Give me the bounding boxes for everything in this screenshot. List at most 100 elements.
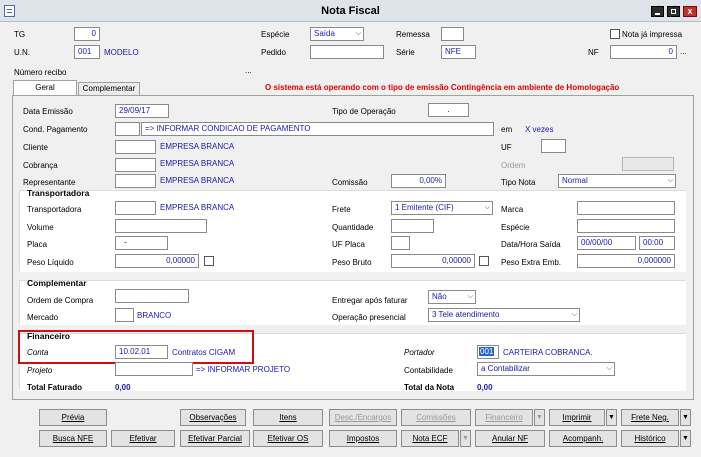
conta-input[interactable]: 10.02.01 <box>115 345 168 359</box>
cobranca-code-input[interactable] <box>115 158 156 172</box>
close-icon[interactable]: x <box>683 6 697 17</box>
minimize-icon[interactable] <box>651 6 664 17</box>
serie-label: Série <box>396 48 415 57</box>
peso-liquido-label: Peso Líquido <box>27 258 74 267</box>
peso-liquido-checkbox[interactable] <box>204 256 214 266</box>
placa-label: Placa <box>27 240 48 249</box>
volume-input[interactable] <box>115 219 207 233</box>
busca-nfe-button[interactable]: Busca NFE <box>39 430 107 447</box>
comissao-input[interactable]: 0,00% <box>391 174 446 188</box>
nf-lookup-button[interactable]: ... <box>680 47 687 57</box>
total-faturado-value: 0,00 <box>115 383 131 392</box>
marca-input[interactable] <box>577 201 675 215</box>
nota-ecf-dropdown-icon[interactable]: ▼ <box>460 430 471 447</box>
tipo-operacao-input[interactable]: . <box>428 103 469 117</box>
mercado-code-input[interactable] <box>115 308 134 322</box>
data-saida-input[interactable]: 00/00/00 <box>577 236 636 250</box>
representante-code-input[interactable] <box>115 174 156 188</box>
cond-pagamento-code-input[interactable] <box>115 122 140 136</box>
placa-input[interactable]: - <box>115 236 168 250</box>
contabilidade-select[interactable]: a Contabilizar ⌵ <box>477 362 615 376</box>
historico-button[interactable]: Histórico <box>621 430 679 447</box>
peso-liquido-input[interactable]: 0,00000 <box>115 254 199 268</box>
efetivar-button[interactable]: Efetivar <box>111 430 175 447</box>
peso-bruto-input[interactable]: 0,00000 <box>391 254 475 268</box>
historico-dropdown-icon[interactable]: ▼ <box>680 430 691 447</box>
uf-placa-input[interactable] <box>391 236 410 250</box>
frete-neg-dropdown-icon[interactable]: ▼ <box>680 409 691 426</box>
peso-bruto-checkbox[interactable] <box>479 256 489 266</box>
transportadora-code-input[interactable] <box>115 201 156 215</box>
ordem-input <box>622 157 674 171</box>
total-faturado-label: Total Faturado <box>27 383 82 392</box>
peso-extra-label: Peso Extra Emb. <box>501 258 562 267</box>
tab-geral[interactable]: Geral <box>13 80 77 95</box>
quantidade-input[interactable] <box>391 219 434 233</box>
contabilidade-label: Contabilidade <box>404 366 453 375</box>
pedido-input[interactable] <box>310 45 384 59</box>
financeiro-button[interactable]: Financeiro <box>475 409 533 426</box>
em-label: em <box>501 125 513 134</box>
anular-nf-button[interactable]: Anular NF <box>475 430 545 447</box>
previa-button[interactable]: Prévia <box>39 409 107 426</box>
impostos-button[interactable]: Impostos <box>329 430 397 447</box>
transportadora-title: Transportadora <box>27 188 90 198</box>
chevron-down-icon: ⌵ <box>606 365 612 372</box>
cliente-code-input[interactable] <box>115 140 156 154</box>
portador-name: CARTEIRA COBRANCA. <box>503 348 593 357</box>
itens-button[interactable]: Itens <box>253 409 323 426</box>
observacoes-button[interactable]: Observações <box>180 409 246 426</box>
mercado-label: Mercado <box>27 313 59 322</box>
total-nota-value: 0,00 <box>477 383 493 392</box>
especie-select[interactable]: Saída ⌵ <box>310 27 364 41</box>
chevron-down-icon: ⌵ <box>571 311 577 318</box>
x-vezes: X vezes <box>525 125 554 134</box>
projeto-code-input[interactable] <box>115 362 193 376</box>
operacao-presencial-select[interactable]: 3 Tele atendimento ⌵ <box>428 308 580 322</box>
tipo-nota-select[interactable]: Normal ⌵ <box>558 174 676 188</box>
numero-recibo-lookup[interactable]: ... <box>245 66 252 76</box>
cond-pagamento-label: Cond. Pagamento <box>23 125 88 134</box>
nota-ja-impressa-checkbox[interactable] <box>610 29 620 39</box>
contingency-warning: O sistema está operando com o tipo de em… <box>265 83 620 92</box>
tg-input[interactable]: 0 <box>74 27 100 41</box>
transportadora-label: Transportadora <box>27 205 82 214</box>
projeto-desc: => INFORMAR PROJETO <box>196 365 291 374</box>
ordem-label: Ordem <box>501 161 526 170</box>
numero-recibo-label: Número recibo <box>14 68 67 77</box>
data-emissao-input[interactable]: 29/09/17 <box>115 104 169 118</box>
conta-name: Contratos CIGAM <box>172 348 236 357</box>
un-input[interactable]: 001 <box>74 45 100 59</box>
maximize-icon[interactable] <box>667 6 680 17</box>
especie-transp-input[interactable] <box>577 219 675 233</box>
nota-ecf-button[interactable]: Nota ECF <box>401 430 459 447</box>
quantidade-label: Quantidade <box>332 223 374 232</box>
complementar-title: Complementar <box>27 278 87 288</box>
financeiro-dropdown-icon[interactable]: ▼ <box>534 409 545 426</box>
transportadora-name: EMPRESA BRANCA <box>160 203 235 212</box>
efetivar-parcial-button[interactable]: Efetivar Parcial <box>180 430 250 447</box>
uf-input[interactable] <box>541 139 566 153</box>
comissoes-button[interactable]: Comissões <box>401 409 471 426</box>
remessa-label: Remessa <box>396 30 430 39</box>
frete-select[interactable]: 1 Emitente (CIF) ⌵ <box>391 201 493 215</box>
desc-encargos-button[interactable]: Desc./Encargos <box>329 409 397 426</box>
serie-input[interactable]: NFE <box>441 45 476 59</box>
frete-neg-button[interactable]: Frete Neg. <box>621 409 679 426</box>
tab-complementar[interactable]: Complementar <box>78 82 140 95</box>
tipo-nota-label: Tipo Nota <box>501 178 536 187</box>
peso-extra-input[interactable]: 0,000000 <box>577 254 675 268</box>
efetivar-os-button[interactable]: Efetivar OS <box>253 430 323 447</box>
ordem-compra-input[interactable] <box>115 289 189 303</box>
hora-saida-input[interactable]: 00:00 <box>639 236 675 250</box>
imprimir-button[interactable]: Imprimir <box>549 409 605 426</box>
entregar-apos-select[interactable]: Não ⌵ <box>428 290 476 304</box>
remessa-input[interactable] <box>441 27 464 41</box>
data-hora-saida-label: Data/Hora Saída <box>501 240 561 249</box>
tab-complementar-label: Complementar <box>82 84 136 93</box>
portador-input[interactable]: 001 <box>477 345 499 359</box>
window-title: Nota Fiscal <box>321 5 380 17</box>
acompanh-button[interactable]: Acompanh. <box>549 430 617 447</box>
imprimir-dropdown-icon[interactable]: ▼ <box>606 409 617 426</box>
nf-input[interactable]: 0 <box>610 45 677 59</box>
